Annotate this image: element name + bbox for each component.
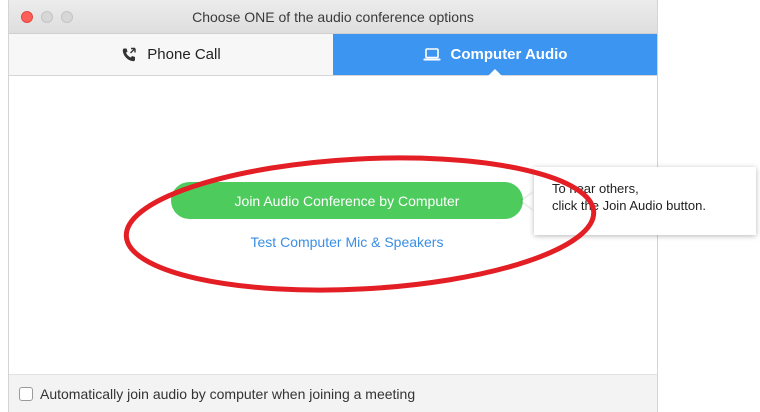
selected-tab-indicator <box>488 69 502 76</box>
tab-phone-call-label: Phone Call <box>147 46 221 63</box>
tab-computer-audio-label: Computer Audio <box>450 46 568 63</box>
audio-tab-bar: Phone Call Computer Audio <box>9 34 657 76</box>
laptop-icon <box>423 47 441 62</box>
auto-join-audio-label[interactable]: Automatically join audio by computer whe… <box>40 386 415 402</box>
join-audio-button[interactable]: Join Audio Conference by Computer <box>171 182 523 219</box>
join-audio-tooltip: To hear others, click the Join Audio but… <box>534 167 756 235</box>
tooltip-line-1: To hear others, <box>552 181 639 196</box>
tooltip-arrow <box>522 192 534 210</box>
window-title: Choose ONE of the audio conference optio… <box>192 9 474 25</box>
auto-join-audio-checkbox[interactable] <box>19 386 33 401</box>
title-bar: Choose ONE of the audio conference optio… <box>9 0 657 34</box>
tab-phone-call[interactable]: Phone Call <box>9 34 333 75</box>
bottom-bar: Automatically join audio by computer whe… <box>9 374 657 412</box>
phone-icon <box>121 47 137 63</box>
tab-computer-audio[interactable]: Computer Audio <box>333 34 657 76</box>
tooltip-line-2: click the Join Audio button. <box>552 198 706 213</box>
test-mic-speakers-link[interactable]: Test Computer Mic & Speakers <box>171 234 523 250</box>
